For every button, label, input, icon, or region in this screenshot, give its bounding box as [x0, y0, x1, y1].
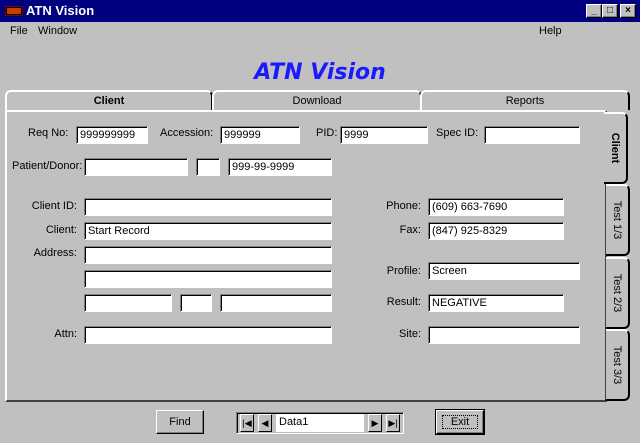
app-heading: ATN Vision — [254, 60, 386, 85]
fax-field[interactable]: (847) 925-8329 — [428, 222, 564, 240]
phone-field[interactable]: (609) 663-7690 — [428, 198, 564, 216]
side-tab-client[interactable]: Client — [604, 112, 628, 184]
zip-field[interactable] — [220, 294, 332, 312]
window-title: ATN Vision — [26, 3, 95, 18]
patient-last-name-field[interactable] — [84, 158, 188, 176]
side-tab-test3-label: Test 3/3 — [611, 345, 623, 385]
address-label: Address: — [33, 247, 77, 259]
next-record-icon[interactable]: ▶ — [368, 414, 382, 432]
address-line1-field[interactable] — [84, 246, 332, 264]
prev-record-icon[interactable]: ◀ — [258, 414, 272, 432]
city-field[interactable] — [84, 294, 172, 312]
phone-label: Phone: — [386, 200, 421, 212]
attn-label: Attn: — [54, 328, 77, 340]
patient-ssn-field[interactable]: 999-99-9999 — [228, 158, 332, 176]
client-label: Client: — [45, 224, 77, 236]
result-field[interactable]: NEGATIVE — [428, 294, 564, 312]
attn-field[interactable] — [84, 326, 332, 344]
side-tab-test1[interactable]: Test 1/3 — [606, 184, 630, 256]
spec-id-label: Spec ID: — [436, 127, 479, 139]
menu-help[interactable]: Help — [539, 25, 562, 37]
tab-client[interactable]: Client — [5, 90, 213, 110]
pid-label: PID: — [316, 127, 338, 139]
title-bar[interactable]: ATN Vision _ □ × — [0, 0, 640, 22]
patient-donor-label: Patient/Donor: — [12, 160, 83, 172]
last-record-icon[interactable]: ▶| — [386, 414, 400, 432]
side-tab-test3[interactable]: Test 3/3 — [606, 329, 630, 401]
close-icon[interactable]: × — [620, 4, 636, 18]
spec-id-field[interactable] — [484, 126, 580, 144]
profile-label: Profile: — [386, 265, 421, 277]
result-label: Result: — [386, 296, 421, 308]
side-tab-test2[interactable]: Test 2/3 — [606, 257, 630, 329]
client-id-field[interactable] — [84, 198, 332, 216]
site-field[interactable] — [428, 326, 580, 344]
pid-field[interactable]: 9999 — [340, 126, 428, 144]
address-line2-field[interactable] — [84, 270, 332, 288]
app-icon[interactable] — [5, 6, 23, 16]
menu-file[interactable]: File — [10, 25, 28, 37]
find-button[interactable]: Find — [156, 410, 204, 434]
accession-label: Accession: — [160, 127, 214, 139]
tab-download[interactable]: Download — [212, 90, 422, 110]
first-record-icon[interactable]: |◀ — [240, 414, 254, 432]
patient-initial-field[interactable] — [196, 158, 220, 176]
site-label: Site: — [398, 328, 421, 340]
record-name-field[interactable]: Data1 — [276, 414, 364, 432]
side-tab-test2-label: Test 2/3 — [611, 273, 623, 313]
client-id-label: Client ID: — [31, 200, 77, 212]
accession-field[interactable]: 999999 — [220, 126, 300, 144]
exit-button-label: Exit — [441, 415, 479, 429]
menu-window[interactable]: Window — [38, 25, 77, 37]
state-field[interactable] — [180, 294, 212, 312]
exit-button[interactable]: Exit — [435, 409, 485, 435]
fax-label: Fax: — [399, 224, 421, 236]
client-field[interactable]: Start Record — [84, 222, 332, 240]
minimize-icon[interactable]: _ — [586, 4, 602, 18]
profile-field[interactable]: Screen — [428, 262, 580, 280]
tab-reports[interactable]: Reports — [420, 90, 630, 110]
maximize-icon[interactable]: □ — [602, 4, 618, 18]
req-no-label: Req No: — [28, 127, 69, 139]
side-tab-client-label: Client — [609, 132, 621, 164]
side-tab-test1-label: Test 1/3 — [611, 200, 623, 240]
req-no-field[interactable]: 999999999 — [76, 126, 148, 144]
